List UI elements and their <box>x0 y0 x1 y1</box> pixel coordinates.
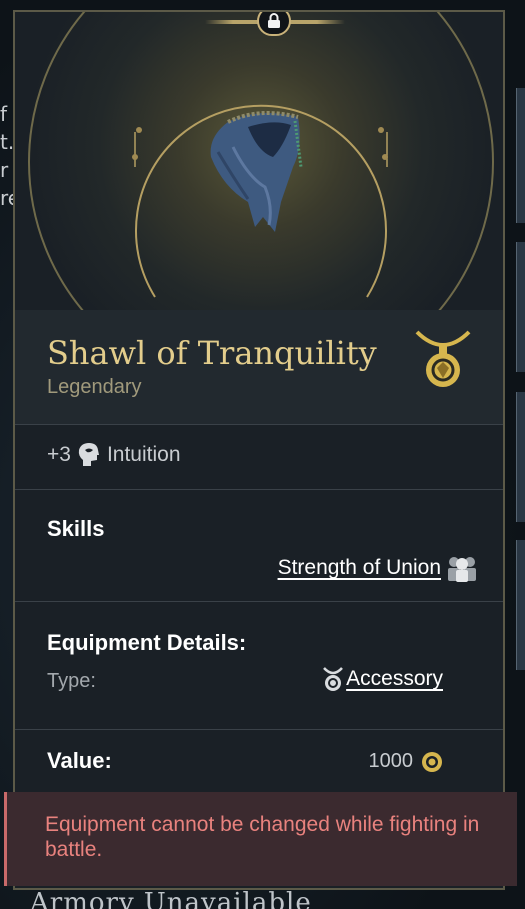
lock-icon <box>257 12 291 36</box>
warning-banner: Equipment cannot be changed while fighti… <box>4 792 517 886</box>
item-tooltip-card: Shawl of Tranquility Legendary +3 Intuit… <box>13 10 505 890</box>
type-label: Type: <box>47 670 96 692</box>
skill-link[interactable]: Strength of Union <box>278 556 441 580</box>
background-panel <box>516 242 525 372</box>
item-header: Shawl of Tranquility Legendary <box>15 310 503 425</box>
party-icon <box>448 557 476 582</box>
item-preview <box>15 12 503 310</box>
skills-section: Skills Strength of Union <box>15 490 503 602</box>
type-entry[interactable]: Accessory <box>322 666 443 692</box>
value-section: Value: 1000 <box>15 730 503 800</box>
type-link[interactable]: Accessory <box>346 667 443 691</box>
background-panel <box>516 88 525 223</box>
intuition-head-icon <box>78 443 99 466</box>
equipment-details-heading: Equipment Details: <box>47 630 247 655</box>
skills-heading: Skills <box>47 516 105 541</box>
value-label: Value: <box>47 748 112 773</box>
amulet-icon <box>415 330 471 387</box>
warning-message: Equipment cannot be changed while fighti… <box>45 813 480 861</box>
stat-attribute: Intuition <box>106 443 181 466</box>
background-panel <box>516 540 525 670</box>
value-amount-group: 1000 <box>369 750 444 773</box>
skill-entry[interactable]: Strength of Union <box>278 554 477 582</box>
blue-shawl-icon <box>210 111 303 232</box>
stats-section: +3 Intuition <box>15 424 503 490</box>
item-rarity: Legendary <box>47 376 142 398</box>
equipment-details-section: Equipment Details: Type: Accessory <box>15 602 503 730</box>
stat-line: +3 Intuition <box>47 442 181 468</box>
game-screen: f t. r re Armory Unavailable Shawl of Tr… <box>0 0 525 909</box>
item-name: Shawl of Tranquility <box>47 334 377 372</box>
stat-bonus: +3 <box>47 443 71 466</box>
value-amount: 1000 <box>368 750 414 772</box>
gold-coin-icon <box>422 751 442 772</box>
amulet-icon <box>323 667 344 691</box>
background-title: Armory Unavailable <box>30 888 312 909</box>
background-panel <box>516 392 525 522</box>
